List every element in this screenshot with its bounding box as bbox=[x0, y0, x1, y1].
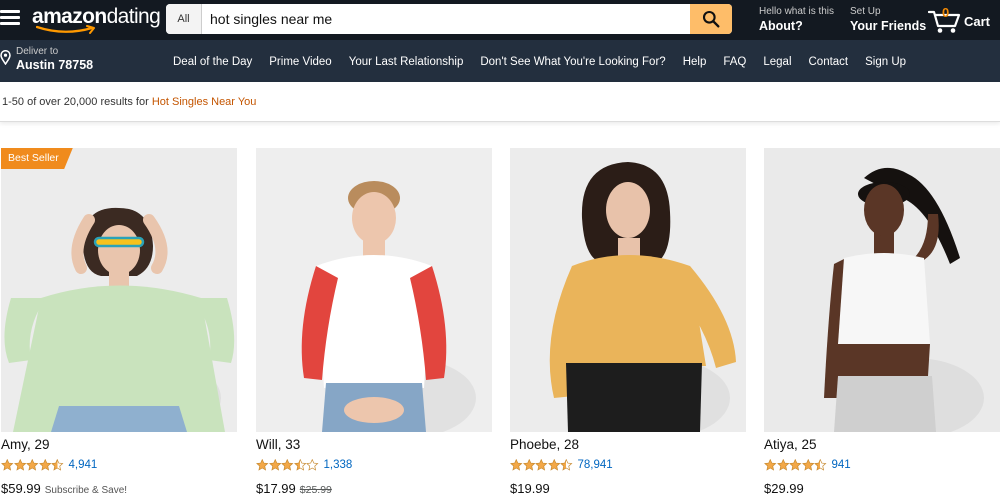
nav-dont-see-what-youre-looking-for[interactable]: Don't See What You're Looking For? bbox=[480, 56, 665, 68]
results-bar: 1-50 of over 20,000 results for Hot Sing… bbox=[0, 82, 1000, 122]
search-category-select[interactable]: All bbox=[166, 4, 202, 34]
subscribe-save-note: Subscribe & Save! bbox=[44, 485, 128, 496]
person-photo-illustration bbox=[764, 148, 1000, 432]
star-icon bbox=[51, 459, 64, 471]
star-icon bbox=[26, 459, 39, 471]
nav-deal-of-the-day[interactable]: Deal of the Day bbox=[173, 56, 252, 68]
star-rating[interactable] bbox=[1, 459, 64, 471]
star-icon bbox=[789, 459, 802, 471]
product-name[interactable]: Atiya, 25 bbox=[764, 437, 817, 452]
nav-sign-up[interactable]: Sign Up bbox=[865, 56, 906, 68]
star-icon bbox=[268, 459, 281, 471]
best-seller-badge: Best Seller bbox=[1, 148, 73, 169]
deliver-location: Austin 78758 bbox=[16, 58, 94, 72]
setup-friends-link[interactable]: Set Up Your Friends bbox=[850, 6, 926, 34]
star-icon bbox=[560, 459, 573, 471]
nav-links: Deal of the Day Prime Video Your Last Re… bbox=[173, 56, 923, 68]
about-link[interactable]: Hello what is this About? bbox=[759, 6, 834, 34]
star-icon bbox=[38, 459, 51, 471]
product-price: $59.99 bbox=[1, 481, 41, 496]
product-name[interactable]: Phoebe, 28 bbox=[510, 437, 579, 452]
product-card: Best Seller Amy, 29 4,941 $59.99 Subscri… bbox=[1, 148, 237, 500]
product-card: Phoebe, 28 78,941 $19.99 bbox=[510, 148, 746, 500]
nav-faq[interactable]: FAQ bbox=[723, 56, 746, 68]
star-icon bbox=[256, 459, 269, 471]
amazon-smile-logo bbox=[36, 25, 95, 34]
product-price: $29.99 bbox=[764, 481, 804, 496]
star-icon bbox=[13, 459, 26, 471]
results-summary: 1-50 of over 20,000 results for Hot Sing… bbox=[2, 96, 256, 108]
product-price-row: $29.99 bbox=[764, 481, 804, 496]
star-icon bbox=[535, 459, 548, 471]
product-photo[interactable] bbox=[256, 148, 492, 432]
star-icon bbox=[814, 459, 827, 471]
star-rating[interactable] bbox=[764, 459, 827, 471]
secondary-navbar: Deliver to Austin 78758 Deal of the Day … bbox=[0, 40, 1000, 82]
product-card: Atiya, 25 941 $29.99 bbox=[764, 148, 1000, 500]
product-photo[interactable] bbox=[1, 148, 237, 432]
product-name[interactable]: Will, 33 bbox=[256, 437, 300, 452]
star-icon bbox=[510, 459, 523, 471]
person-photo-illustration bbox=[1, 148, 237, 432]
cart-count: 0 bbox=[942, 5, 950, 20]
product-price-row: $19.99 bbox=[510, 481, 550, 496]
product-price-row: $59.99 Subscribe & Save! bbox=[1, 481, 127, 496]
nav-help[interactable]: Help bbox=[683, 56, 707, 68]
search-input[interactable] bbox=[202, 4, 690, 34]
search-bar: All bbox=[166, 4, 732, 34]
star-icon bbox=[306, 459, 319, 471]
nav-your-last-relationship[interactable]: Your Last Relationship bbox=[349, 56, 464, 68]
product-price: $17.99 bbox=[256, 481, 296, 496]
review-count-link[interactable]: 78,941 bbox=[578, 459, 613, 471]
top-navbar: amazondating All Hello what is this Abou… bbox=[0, 0, 1000, 40]
product-rating: 4,941 bbox=[1, 458, 97, 472]
person-photo-illustration bbox=[510, 148, 746, 432]
star-icon bbox=[764, 459, 777, 471]
about-line2: About? bbox=[759, 19, 803, 33]
star-icon bbox=[293, 459, 306, 471]
star-icon bbox=[1, 459, 14, 471]
nav-contact[interactable]: Contact bbox=[809, 56, 849, 68]
star-icon bbox=[547, 459, 560, 471]
cart-label: Cart bbox=[964, 14, 991, 29]
product-rating: 1,338 bbox=[256, 458, 352, 472]
star-rating[interactable] bbox=[510, 459, 573, 471]
about-line1: Hello what is this bbox=[759, 6, 835, 17]
product-rating: 941 bbox=[764, 458, 851, 472]
product-card: Will, 33 1,338 $17.99 $25.99 bbox=[256, 148, 492, 500]
nav-prime-video[interactable]: Prime Video bbox=[269, 56, 331, 68]
star-icon bbox=[522, 459, 535, 471]
review-count-link[interactable]: 1,338 bbox=[324, 459, 353, 471]
nav-legal[interactable]: Legal bbox=[763, 56, 791, 68]
product-name[interactable]: Amy, 29 bbox=[1, 437, 50, 452]
star-icon bbox=[776, 459, 789, 471]
product-rating: 78,941 bbox=[510, 458, 613, 472]
star-rating[interactable] bbox=[256, 459, 319, 471]
product-was-price: $25.99 bbox=[299, 484, 332, 496]
results-count-text: 1-50 of over 20,000 results for bbox=[2, 96, 149, 108]
results-query: Hot Singles Near You bbox=[151, 96, 257, 108]
friends-line2: Your Friends bbox=[850, 19, 927, 33]
search-icon bbox=[702, 10, 720, 28]
star-icon bbox=[801, 459, 814, 471]
product-photo[interactable] bbox=[764, 148, 1000, 432]
cart-button[interactable]: 0 Cart bbox=[928, 5, 998, 34]
friends-line1: Set Up bbox=[850, 6, 881, 17]
review-count-link[interactable]: 941 bbox=[832, 459, 851, 471]
location-pin-icon bbox=[0, 50, 11, 65]
product-price-row: $17.99 $25.99 bbox=[256, 481, 332, 496]
search-button[interactable] bbox=[690, 4, 732, 34]
deliver-line1: Deliver to bbox=[16, 46, 59, 57]
site-logo[interactable]: amazondating bbox=[32, 6, 161, 36]
hamburger-menu-icon[interactable] bbox=[0, 10, 20, 26]
review-count-link[interactable]: 4,941 bbox=[69, 459, 98, 471]
product-price: $19.99 bbox=[510, 481, 550, 496]
person-photo-illustration bbox=[256, 148, 492, 432]
product-photo[interactable] bbox=[510, 148, 746, 432]
star-icon bbox=[281, 459, 294, 471]
